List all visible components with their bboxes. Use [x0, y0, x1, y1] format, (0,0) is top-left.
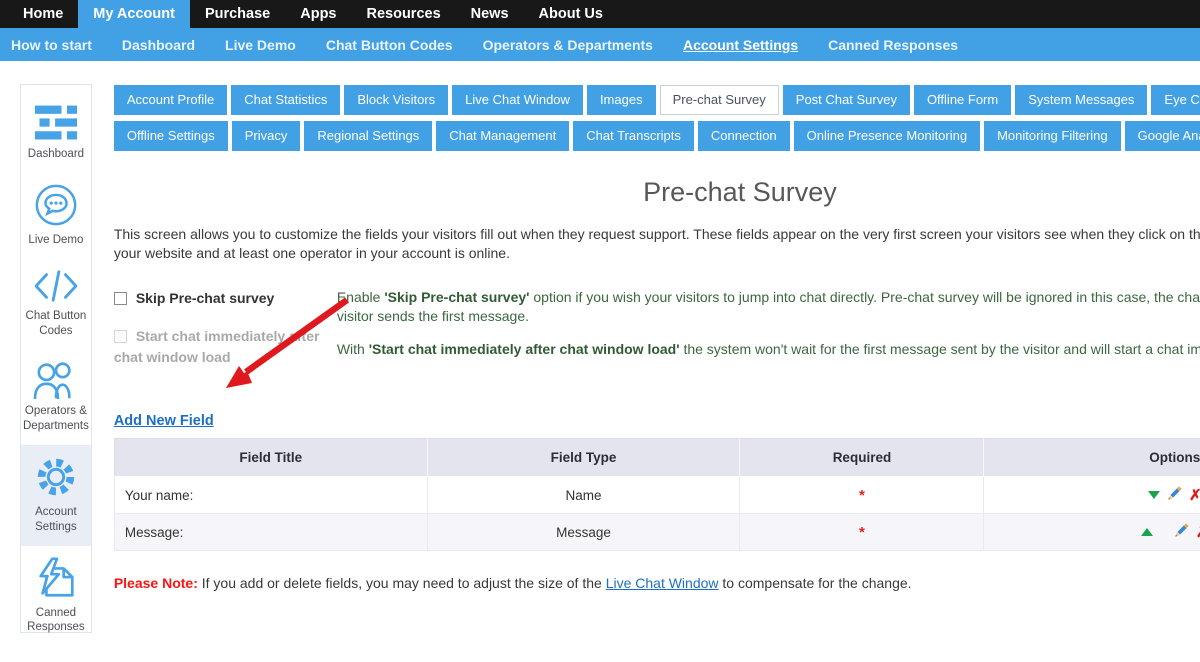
required-asterisk: * [859, 524, 865, 541]
table-row-your-name: Your name: Name * [114, 477, 1200, 514]
settings-tabs-row-1: Account Profile Chat Statistics Block Vi… [114, 85, 1200, 115]
column-header-field-type: Field Type [427, 439, 740, 477]
sidebar-item-label: Account Settings [23, 505, 89, 535]
start-chat-immediately-row: Start chat immediately after chat window… [114, 326, 337, 368]
topnav-item-news[interactable]: News [456, 0, 524, 28]
survey-options: Skip Pre-chat survey Start chat immediat… [114, 288, 1200, 373]
subnav-item-canned-responses[interactable]: Canned Responses [828, 37, 958, 53]
row-options: ✗ [1148, 486, 1200, 504]
please-note-heading: Please Note: [114, 575, 198, 591]
tab-chat-statistics[interactable]: Chat Statistics [231, 85, 340, 115]
row-options: ✗ [1141, 523, 1200, 541]
main-content: Account Profile Chat Statistics Block Vi… [92, 61, 1200, 605]
topnav-item-resources[interactable]: Resources [351, 0, 455, 28]
sidebar-item-chat-button-codes[interactable]: Chat Button Codes [21, 259, 91, 350]
page-title: Pre-chat Survey [114, 177, 1200, 208]
prechat-fields-table: Field Title Field Type Required Options … [114, 438, 1200, 551]
start-chat-immediately-label: Start chat immediately after chat window… [114, 328, 320, 365]
delete-icon[interactable]: ✗ [1189, 488, 1200, 503]
tab-block-visitors[interactable]: Block Visitors [344, 85, 448, 115]
field-title-cell: Your name: [114, 477, 427, 514]
tab-privacy[interactable]: Privacy [232, 121, 301, 151]
code-icon [23, 268, 89, 304]
sidebar-item-label: Operators & Departments [23, 404, 89, 434]
sidebar-item-canned-responses[interactable]: Canned Responses [21, 546, 91, 647]
tab-account-profile[interactable]: Account Profile [114, 85, 227, 115]
topnav-item-my-account[interactable]: My Account [78, 0, 190, 28]
topnav-item-purchase[interactable]: Purchase [190, 0, 285, 28]
sidebar-item-label: Chat Button Codes [23, 309, 89, 339]
subnav-item-operators-departments[interactable]: Operators & Departments [483, 37, 653, 53]
tab-offline-settings[interactable]: Offline Settings [114, 121, 228, 151]
gear-icon [23, 454, 89, 500]
tab-post-chat-survey[interactable]: Post Chat Survey [783, 85, 910, 115]
sidebar-item-label: Canned Responses [23, 606, 89, 636]
sidebar-item-operators-departments[interactable]: Operators & Departments [21, 350, 91, 445]
field-type-cell: Message [427, 514, 740, 551]
field-title-cell: Message: [114, 514, 427, 551]
sidebar-item-label: Dashboard [23, 147, 89, 162]
subnav-item-account-settings[interactable]: Account Settings [683, 37, 798, 53]
topnav-item-apps[interactable]: Apps [285, 0, 351, 28]
subnav-item-dashboard[interactable]: Dashboard [122, 37, 195, 53]
column-header-options: Options [984, 439, 1200, 477]
tab-google-analytics[interactable]: Google Analytics [1125, 121, 1200, 151]
sidebar-item-live-demo[interactable]: Live Demo [21, 173, 91, 259]
sidebar: Dashboard Live Demo [20, 84, 92, 633]
tab-eye-catcher[interactable]: Eye Catcher [1151, 85, 1200, 115]
tab-online-presence-monitoring[interactable]: Online Presence Monitoring [794, 121, 980, 151]
skip-prechat-survey-row: Skip Pre-chat survey [114, 288, 337, 309]
tab-chat-management[interactable]: Chat Management [436, 121, 569, 151]
skip-prechat-survey-checkbox[interactable] [114, 292, 127, 305]
subnav-item-chat-button-codes[interactable]: Chat Button Codes [326, 37, 453, 53]
tab-pre-chat-survey[interactable]: Pre-chat Survey [660, 85, 779, 115]
sidebar-item-account-settings[interactable]: Account Settings [21, 445, 91, 546]
column-header-field-title: Field Title [114, 439, 427, 477]
column-header-required: Required [740, 439, 984, 477]
delete-icon[interactable]: ✗ [1196, 525, 1200, 540]
live-demo-icon [23, 182, 89, 228]
required-asterisk: * [859, 487, 865, 504]
intro-text: This screen allows you to customize the … [114, 225, 1200, 264]
add-new-field-link[interactable]: Add New Field [114, 413, 214, 429]
account-sub-navigation: How to start Dashboard Live Demo Chat Bu… [0, 28, 1200, 61]
tab-regional-settings[interactable]: Regional Settings [304, 121, 432, 151]
operators-icon [23, 359, 89, 399]
table-header-row: Field Title Field Type Required Options [114, 439, 1200, 477]
tab-system-messages[interactable]: System Messages [1015, 85, 1147, 115]
tab-chat-transcripts[interactable]: Chat Transcripts [573, 121, 694, 151]
table-row-message: Message: Message * [114, 514, 1200, 551]
sidebar-item-label: Live Demo [23, 233, 89, 248]
field-type-cell: Name [427, 477, 740, 514]
subnav-item-how-to-start[interactable]: How to start [11, 37, 92, 53]
edit-icon[interactable] [1174, 523, 1189, 541]
tab-monitoring-filtering[interactable]: Monitoring Filtering [984, 121, 1121, 151]
start-chat-help-text: With 'Start chat immediately after chat … [337, 340, 1200, 360]
settings-tabs-row-2: Offline Settings Privacy Regional Settin… [114, 121, 1200, 151]
move-down-icon[interactable] [1148, 491, 1160, 499]
tab-connection[interactable]: Connection [698, 121, 790, 151]
start-chat-immediately-checkbox[interactable] [114, 330, 127, 343]
canned-responses-icon [23, 555, 89, 601]
tab-images[interactable]: Images [587, 85, 656, 115]
top-navigation: Home My Account Purchase Apps Resources … [0, 0, 1200, 28]
tab-live-chat-window[interactable]: Live Chat Window [452, 85, 583, 115]
topnav-item-about-us[interactable]: About Us [524, 0, 618, 28]
edit-icon[interactable] [1167, 486, 1182, 504]
move-up-icon[interactable] [1141, 528, 1153, 536]
tab-offline-form[interactable]: Offline Form [914, 85, 1011, 115]
sidebar-item-dashboard[interactable]: Dashboard [21, 95, 91, 173]
skip-survey-help-text: Enable 'Skip Pre-chat survey' option if … [337, 288, 1200, 327]
please-note-text: Please Note: If you add or delete fields… [114, 575, 1200, 591]
subnav-item-live-demo[interactable]: Live Demo [225, 37, 296, 53]
dashboard-icon [23, 104, 89, 142]
topnav-item-home[interactable]: Home [8, 0, 78, 28]
skip-prechat-survey-label: Skip Pre-chat survey [136, 290, 275, 306]
live-chat-window-link[interactable]: Live Chat Window [606, 575, 719, 591]
survey-options-help: Enable 'Skip Pre-chat survey' option if … [337, 288, 1200, 373]
survey-options-checkboxes: Skip Pre-chat survey Start chat immediat… [114, 288, 337, 373]
